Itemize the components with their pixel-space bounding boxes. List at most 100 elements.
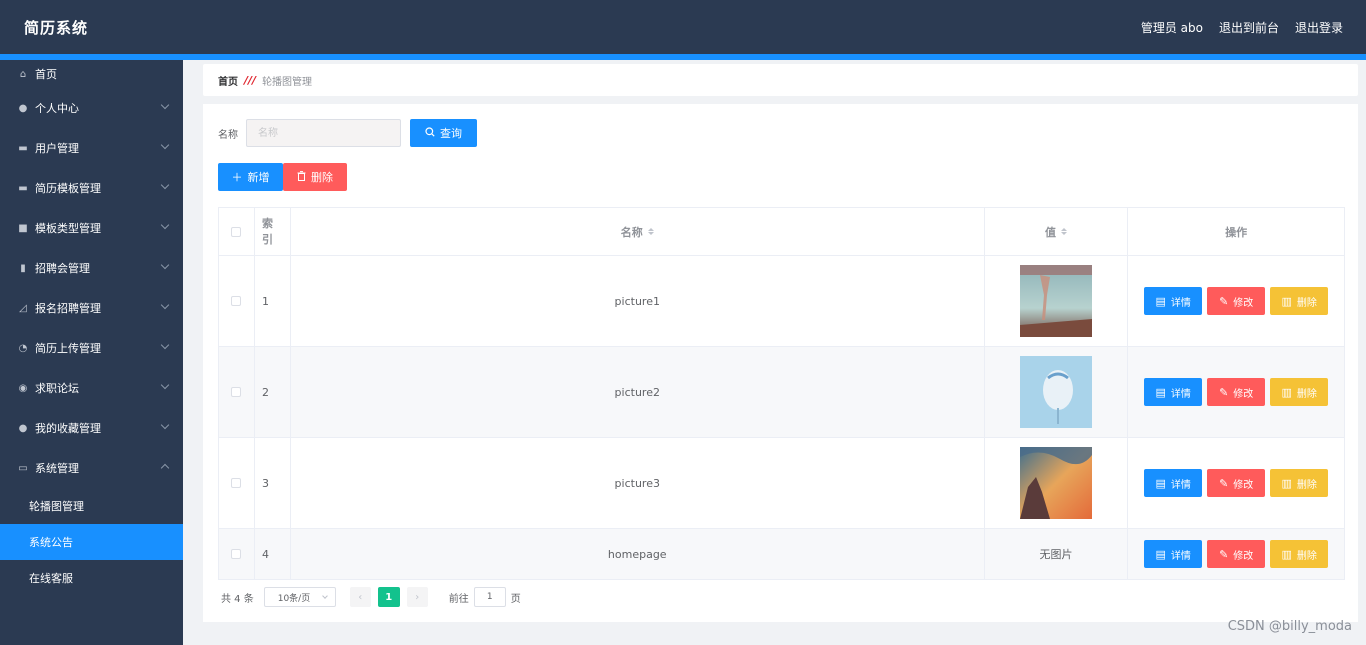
sort-icon[interactable]: [647, 228, 654, 235]
chevron-down-icon: [160, 100, 170, 110]
logout-link[interactable]: 退出登录: [1295, 19, 1343, 36]
row-checkbox[interactable]: [231, 478, 242, 488]
sidebar-subitem-carousel[interactable]: 轮播图管理: [0, 488, 183, 524]
sidebar-item-resume-upload[interactable]: ◔ 简历上传管理: [0, 328, 183, 368]
select-all-checkbox[interactable]: [231, 226, 242, 237]
clipboard-icon: ▮: [20, 262, 26, 274]
trash-icon: ▥: [1281, 385, 1292, 399]
delete-button[interactable]: ▥ 删除: [1270, 469, 1329, 497]
sidebar-subitem-customer-service[interactable]: 在线客服: [0, 560, 183, 596]
detail-label: 详情: [1170, 297, 1191, 309]
prev-page-button[interactable]: ‹: [349, 587, 371, 607]
sidebar-subitem-announcement[interactable]: 系统公告: [0, 524, 183, 560]
detail-label: 详情: [1170, 479, 1191, 491]
row-checkbox[interactable]: [231, 296, 242, 306]
search-icon: [425, 126, 435, 140]
sidebar-item-label: 个人中心: [35, 102, 79, 115]
row-checkbox[interactable]: [231, 387, 242, 397]
table-row: 2 picture2 ▤ 详情 ✎ 修改 ▥ 删除: [219, 347, 1344, 438]
chevron-down-icon: [160, 340, 170, 350]
carousel-thumbnail-image[interactable]: [1020, 265, 1093, 337]
add-button-label: 新增: [247, 171, 270, 184]
row-index: 1: [261, 294, 269, 308]
sidebar-item-resume-template[interactable]: ▬ 简历模板管理: [0, 168, 183, 208]
sidebar-item-system-management[interactable]: ▭ 系统管理: [0, 448, 183, 488]
sidebar-item-label: 招聘会管理: [35, 262, 90, 275]
sidebar-item-user-management[interactable]: ▬ 用户管理: [0, 128, 183, 168]
document-icon: ▤: [1155, 294, 1166, 308]
batch-delete-label: 删除: [311, 171, 333, 184]
sidebar-item-recruit-signup[interactable]: ◿ 报名招聘管理: [0, 288, 183, 328]
batch-delete-button[interactable]: 删除: [283, 163, 347, 191]
goto-prefix: 前往: [448, 593, 469, 605]
add-button[interactable]: ＋ 新增: [218, 163, 283, 191]
row-name: homepage: [607, 547, 667, 561]
header-name-cell[interactable]: 名称: [291, 208, 985, 255]
detail-button[interactable]: ▤ 详情: [1144, 540, 1203, 568]
breadcrumb: 首页 /// 轮播图管理: [203, 64, 1358, 96]
carousel-thumbnail-image[interactable]: [1020, 447, 1093, 519]
delete-button[interactable]: ▥ 删除: [1270, 378, 1329, 406]
edit-button[interactable]: ✎ 修改: [1207, 540, 1266, 568]
compass-icon: ◉: [18, 382, 28, 394]
briefcase-icon: ■: [18, 222, 28, 234]
chevron-down-icon: [160, 220, 170, 230]
pencil-icon: ✎: [1219, 547, 1229, 561]
user-icon: ●: [18, 102, 28, 114]
detail-button[interactable]: ▤ 详情: [1144, 378, 1203, 406]
header-accent-bar: [0, 54, 1366, 60]
detail-button[interactable]: ▤ 详情: [1144, 469, 1203, 497]
query-button-label: 查询: [440, 127, 462, 140]
sidebar-item-personal-center[interactable]: ● 个人中心: [0, 88, 183, 128]
detail-label: 详情: [1170, 388, 1191, 400]
delete-label: 删除: [1296, 297, 1317, 309]
delete-label: 删除: [1296, 388, 1317, 400]
detail-button[interactable]: ▤ 详情: [1144, 287, 1203, 315]
sidebar-item-template-type[interactable]: ■ 模板类型管理: [0, 208, 183, 248]
page-size-select[interactable]: 10条/页: [263, 587, 336, 607]
page-number-current[interactable]: 1: [377, 587, 400, 607]
row-checkbox[interactable]: [231, 549, 242, 559]
message-icon: ▭: [18, 462, 28, 474]
sidebar: ⌂ 首页 ● 个人中心 ▬ 用户管理 ▬ 简历模板管理 ■ 模板类型管理 ▮ 招…: [0, 60, 183, 645]
next-page-button[interactable]: ›: [406, 587, 428, 607]
sidebar-item-job-forum[interactable]: ◉ 求职论坛: [0, 368, 183, 408]
goto-page-input[interactable]: 1: [473, 587, 506, 607]
sidebar-item-label: 用户管理: [35, 142, 79, 155]
edit-label: 修改: [1233, 479, 1254, 491]
query-button[interactable]: 查询: [410, 119, 477, 147]
trash-icon: ▥: [1281, 476, 1292, 490]
edit-button[interactable]: ✎ 修改: [1207, 378, 1266, 406]
row-name: picture1: [614, 294, 660, 308]
main-content: 名称 查询 ＋ 新增 删除 索引 名称 值: [203, 104, 1358, 622]
edit-button[interactable]: ✎ 修改: [1207, 287, 1266, 315]
edit-label: 修改: [1233, 550, 1254, 562]
header-value-cell[interactable]: 值: [985, 208, 1129, 255]
delete-button[interactable]: ▥ 删除: [1270, 287, 1329, 315]
pencil-icon: ✎: [1219, 294, 1229, 308]
breadcrumb-home[interactable]: 首页: [218, 73, 238, 88]
delete-button[interactable]: ▥ 删除: [1270, 540, 1329, 568]
search-label: 名称: [218, 129, 238, 141]
edit-button[interactable]: ✎ 修改: [1207, 469, 1266, 497]
sidebar-item-home[interactable]: ⌂ 首页: [0, 60, 183, 88]
header-actions: 管理员 abo 退出到前台 退出登录: [1141, 19, 1366, 36]
carousel-thumbnail-image[interactable]: [1020, 356, 1093, 428]
header-name: 名称: [620, 225, 643, 239]
plus-icon: ＋: [231, 171, 243, 184]
goto-suffix: 页: [510, 593, 521, 605]
pencil-icon: ✎: [1219, 385, 1229, 399]
chevron-down-icon: [321, 593, 328, 599]
sidebar-item-my-favorites[interactable]: ● 我的收藏管理: [0, 408, 183, 448]
sidebar-item-label: 求职论坛: [35, 382, 79, 395]
table-row: 4 homepage 无图片 ▤ 详情 ✎ 修改 ▥ 删除: [219, 529, 1344, 579]
chevron-down-icon: [160, 180, 170, 190]
row-index: 4: [261, 547, 269, 561]
sort-icon[interactable]: [1061, 228, 1068, 235]
chevron-down-icon: [160, 260, 170, 270]
to-front-link[interactable]: 退出到前台: [1219, 19, 1279, 36]
sidebar-item-label: 模板类型管理: [35, 222, 101, 235]
document-icon: ▤: [1155, 476, 1166, 490]
search-input[interactable]: [246, 119, 401, 147]
sidebar-item-job-fair[interactable]: ▮ 招聘会管理: [0, 248, 183, 288]
